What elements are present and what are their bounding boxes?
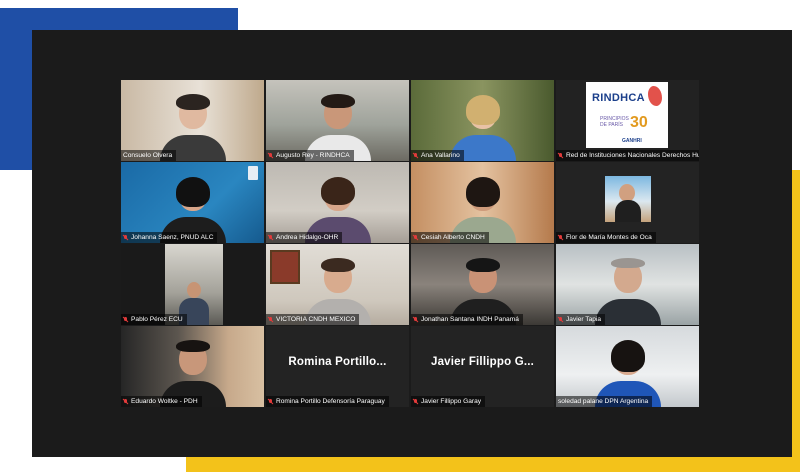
participant-name: soledad palane DPN Argentina [558,398,649,405]
participant-name-bar: Johanna Saenz, PNUD ALC [121,232,218,243]
no-video-name: Romina Portillo... [288,356,387,368]
participant-name: Flor de María Montes de Oca [566,234,652,241]
participant-name: Eduardo Woltke - PDH [131,398,198,405]
muted-mic-icon [268,398,273,405]
participant-name-bar: Consuelo Olvera [121,150,177,161]
participant-tile[interactable]: Romina Portillo... Romina Portillo Defen… [266,326,409,407]
participant-tile[interactable]: Augusto Rey - RINDHCA [266,80,409,161]
participant-name: Javier Fillippo Garay [421,398,482,405]
participant-name-bar: soledad palane DPN Argentina [556,396,653,407]
participant-name: Romina Portillo Defensoría Paraguay [276,398,385,405]
logo-subtitle-line2: DE PARÍS [600,122,623,128]
participant-tile[interactable]: Jonathan Santana INDH Panamá [411,244,554,325]
participant-name: Pablo Pérez ECU [131,316,183,323]
participant-tile[interactable]: Consuelo Olvera [121,80,264,161]
participant-name: Consuelo Olvera [123,152,173,159]
participant-name: Javier Tapia [566,316,602,323]
logo-title: RINDHCA [592,92,645,104]
participant-name-bar: Ana Vallarino [411,150,464,161]
participant-name: Ana Vallarino [421,152,460,159]
portrait-video [165,244,223,325]
muted-mic-icon [268,234,273,241]
muted-mic-icon [558,316,563,323]
participant-tile[interactable]: VICTORIA CNDH MEXICO [266,244,409,325]
participant-name: Cesiah Alberto CNDH [421,234,485,241]
participant-tile[interactable]: Flor de María Montes de Oca [556,162,699,243]
muted-mic-icon [558,234,563,241]
participant-tile[interactable]: Javier Fillippo G... Javier Fillippo Gar… [411,326,554,407]
participant-tile[interactable]: Javier Tapia [556,244,699,325]
muted-mic-icon [123,234,128,241]
no-video-name: Javier Fillippo G... [430,356,535,368]
muted-mic-icon [413,234,418,241]
participant-name-bar: Red de Instituciones Nacionales Derechos… [556,150,699,161]
wall-painting [270,250,300,284]
logo-number: 30 [630,114,648,131]
participant-tile[interactable]: Johanna Saenz, PNUD ALC [121,162,264,243]
participant-name: Augusto Rey - RINDHCA [276,152,350,159]
muted-mic-icon [558,152,563,159]
profile-photo [605,176,651,222]
participant-name-bar: Javier Fillippo Garay [411,396,486,407]
muted-mic-icon [413,398,418,405]
participant-name: Johanna Saenz, PNUD ALC [131,234,214,241]
participant-name-bar: Flor de María Montes de Oca [556,232,656,243]
un-logo-icon [248,166,258,180]
participant-tile[interactable]: RINDHCA PRINCIPIOS DE PARÍS 30 GANHRI Re… [556,80,699,161]
participant-name-bar: Javier Tapia [556,314,606,325]
muted-mic-icon [123,398,128,405]
participant-name-bar: VICTORIA CNDH MEXICO [266,314,360,325]
participant-name-bar: Jonathan Santana INDH Panamá [411,314,523,325]
participant-name-bar: Pablo Pérez ECU [121,314,187,325]
map-icon [648,86,662,106]
participant-tile[interactable]: Andrea Hidalgo-OHR [266,162,409,243]
participant-name-bar: Eduardo Woltke - PDH [121,396,202,407]
muted-mic-icon [413,152,418,159]
participant-tile[interactable]: Eduardo Woltke - PDH [121,326,264,407]
participant-name: Andrea Hidalgo-OHR [276,234,339,241]
participant-name: VICTORIA CNDH MEXICO [276,316,356,323]
rindhca-logo: RINDHCA PRINCIPIOS DE PARÍS 30 GANHRI [586,82,668,148]
muted-mic-icon [123,316,128,323]
participant-name: Red de Instituciones Nacionales Derechos… [566,152,699,159]
logo-org: GANHRI [622,138,642,144]
participant-tile[interactable]: Ana Vallarino [411,80,554,161]
muted-mic-icon [268,316,273,323]
logo-subtitle: PRINCIPIOS DE PARÍS [600,116,629,128]
participant-name-bar: Romina Portillo Defensoría Paraguay [266,396,389,407]
muted-mic-icon [413,316,418,323]
muted-mic-icon [268,152,273,159]
participant-name-bar: Augusto Rey - RINDHCA [266,150,354,161]
participant-tile[interactable]: Cesiah Alberto CNDH [411,162,554,243]
participant-name: Jonathan Santana INDH Panamá [421,316,519,323]
participant-name-bar: Andrea Hidalgo-OHR [266,232,343,243]
video-call-gallery: Consuelo Olvera Augusto Rey - RINDHCA An… [32,30,792,457]
participant-tile-active-speaker[interactable]: soledad palane DPN Argentina [556,326,699,407]
participant-name-bar: Cesiah Alberto CNDH [411,232,489,243]
participant-tile[interactable]: Pablo Pérez ECU [121,244,264,325]
